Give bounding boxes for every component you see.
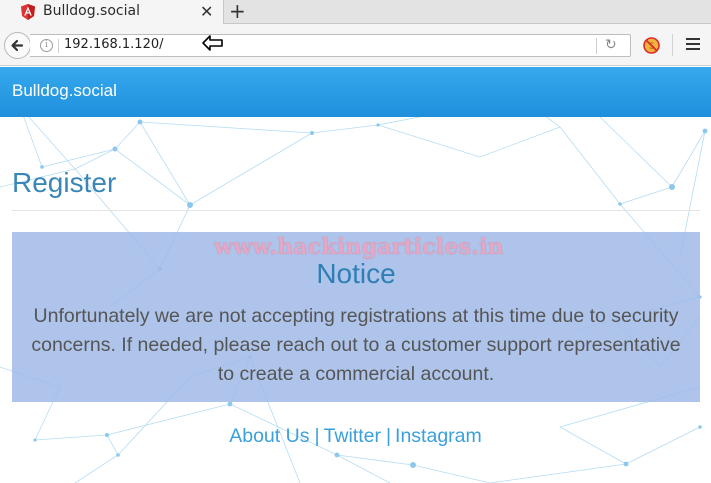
navigation-bar: i 192.168.1.120/ ↻ [0,24,711,66]
hamburger-menu-icon[interactable] [686,38,700,50]
title-divider [12,210,700,211]
url-divider [58,39,59,53]
new-tab-button[interactable]: + [229,0,246,23]
link-separator: | [385,425,392,447]
angular-favicon-icon [21,4,35,20]
reload-icon[interactable]: ↻ [605,37,617,53]
address-bar[interactable]: i 192.168.1.120/ ↻ [30,34,631,57]
notice-title: Notice [316,258,396,289]
tab-strip: Bulldog.social ✕ + [0,0,711,25]
mouse-cursor-icon [202,35,223,51]
footer-links: About Us | Twitter | Instagram [0,425,711,448]
notice-message: Unfortunately we are not accepting regis… [16,302,696,389]
site-header: Bulldog.social [0,67,711,117]
brand-link[interactable]: Bulldog.social [12,81,117,101]
notice-line: Unfortunately we are not accepting regis… [33,305,679,327]
url-text[interactable]: 192.168.1.120/ [64,37,164,52]
notice-line: to create a commercial account. [217,363,495,385]
link-separator: | [314,425,320,447]
back-button[interactable] [4,32,31,59]
page-title: Register [12,167,117,198]
site-info-icon[interactable]: i [40,39,53,52]
close-tab-icon[interactable]: ✕ [200,2,213,21]
watermark-text: www.hackingarticles.in [214,234,504,260]
toolbar-divider [672,34,673,56]
script-blocker-icon[interactable]: S [643,37,660,54]
tab-title: Bulldog.social [43,3,140,19]
browser-tab[interactable]: Bulldog.social ✕ [0,0,224,25]
reload-divider [596,38,597,54]
instagram-link[interactable]: Instagram [395,425,482,447]
twitter-link[interactable]: Twitter [324,425,381,447]
notice-line: concerns. If needed, please reach out to… [31,334,681,356]
about-us-link[interactable]: About Us [229,425,309,447]
page-content: Bulldog.social Register Notice Unfortuna… [0,67,711,483]
back-arrow-icon [11,39,24,52]
